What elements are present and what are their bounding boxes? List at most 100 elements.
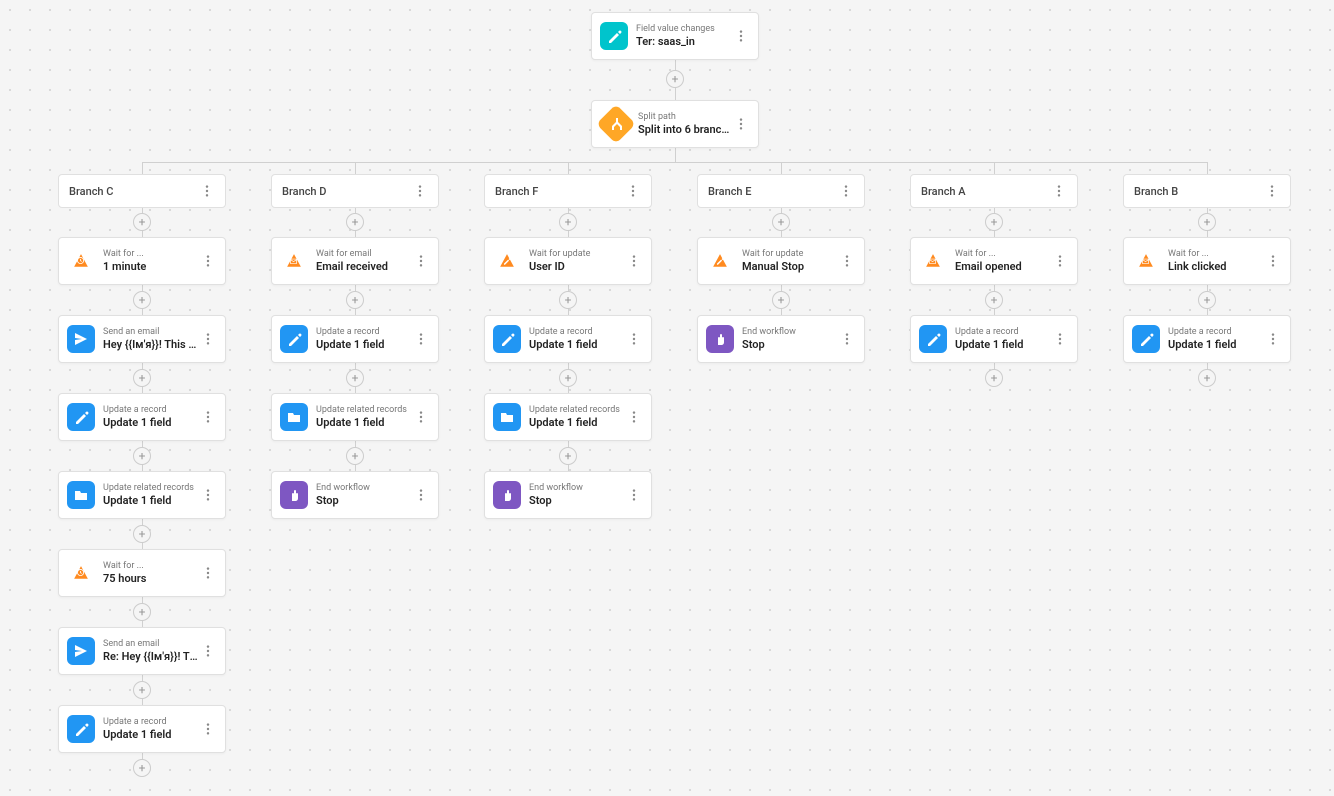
node-menu-button[interactable] bbox=[1051, 252, 1069, 270]
branch-header-c[interactable]: Branch C bbox=[58, 174, 226, 208]
add-step-button[interactable] bbox=[133, 369, 151, 387]
update-record-node[interactable]: Update a record Update 1 field bbox=[484, 315, 652, 363]
clock-triangle-icon bbox=[67, 247, 95, 275]
add-step-button[interactable] bbox=[133, 603, 151, 621]
add-step-button[interactable] bbox=[559, 369, 577, 387]
node-menu-button[interactable] bbox=[199, 252, 217, 270]
node-menu-button[interactable] bbox=[199, 408, 217, 426]
node-menu-button[interactable] bbox=[625, 408, 643, 426]
end-workflow-node[interactable]: End workflow Stop bbox=[484, 471, 652, 519]
add-step-button[interactable] bbox=[772, 213, 790, 231]
wait-node[interactable]: Wait for update User ID bbox=[484, 237, 652, 285]
add-step-button[interactable] bbox=[346, 291, 364, 309]
split-node[interactable]: Split path Split into 6 branches bbox=[591, 100, 759, 148]
node-subtitle: Update related records bbox=[529, 404, 625, 416]
update-record-node[interactable]: Update a record Update 1 field bbox=[271, 315, 439, 363]
add-step-button[interactable] bbox=[133, 759, 151, 777]
node-menu-button[interactable] bbox=[412, 252, 430, 270]
add-step-button[interactable] bbox=[1198, 291, 1216, 309]
node-menu-button[interactable] bbox=[732, 27, 750, 45]
update-record-node[interactable]: Update a record Update 1 field bbox=[1123, 315, 1291, 363]
update-related-node[interactable]: Update related records Update 1 field bbox=[271, 393, 439, 441]
node-menu-button[interactable] bbox=[625, 330, 643, 348]
node-subtitle: Update a record bbox=[103, 716, 199, 728]
add-step-button[interactable] bbox=[985, 291, 1003, 309]
add-step-button[interactable] bbox=[559, 291, 577, 309]
node-menu-button[interactable] bbox=[199, 486, 217, 504]
wait-node[interactable]: Wait for ... 75 hours bbox=[58, 549, 226, 597]
update-related-node[interactable]: Update related records Update 1 field bbox=[58, 471, 226, 519]
add-step-button[interactable] bbox=[346, 369, 364, 387]
node-menu-button[interactable] bbox=[1264, 330, 1282, 348]
branch-menu-button[interactable] bbox=[199, 183, 215, 199]
node-title: Hey {{Ім'я}}! This is t... bbox=[103, 338, 199, 352]
stop-icon bbox=[706, 325, 734, 353]
node-title: Stop bbox=[316, 494, 412, 508]
branch-header-f[interactable]: Branch F bbox=[484, 174, 652, 208]
node-menu-button[interactable] bbox=[625, 252, 643, 270]
node-menu-button[interactable] bbox=[199, 720, 217, 738]
add-step-button[interactable] bbox=[1198, 213, 1216, 231]
wait-node[interactable]: Wait for ... Email opened bbox=[910, 237, 1078, 285]
node-menu-button[interactable] bbox=[199, 330, 217, 348]
branch-header-a[interactable]: Branch A bbox=[910, 174, 1078, 208]
add-step-button[interactable] bbox=[985, 369, 1003, 387]
add-step-button[interactable] bbox=[346, 447, 364, 465]
node-menu-button[interactable] bbox=[199, 642, 217, 660]
add-step-button[interactable] bbox=[1198, 369, 1216, 387]
node-title: Update 1 field bbox=[529, 416, 625, 430]
envelope-triangle-icon bbox=[919, 247, 947, 275]
add-step-button[interactable] bbox=[133, 291, 151, 309]
node-subtitle: Update related records bbox=[316, 404, 412, 416]
branch-header-d[interactable]: Branch D bbox=[271, 174, 439, 208]
node-menu-button[interactable] bbox=[838, 252, 856, 270]
send-icon bbox=[67, 325, 95, 353]
branch-menu-button[interactable] bbox=[412, 183, 428, 199]
branch-menu-button[interactable] bbox=[1051, 183, 1067, 199]
wait-node[interactable]: Wait for ... Link clicked bbox=[1123, 237, 1291, 285]
node-menu-button[interactable] bbox=[732, 115, 750, 133]
end-workflow-node[interactable]: End workflow Stop bbox=[697, 315, 865, 363]
node-menu-button[interactable] bbox=[412, 330, 430, 348]
node-title: Stop bbox=[529, 494, 625, 508]
node-subtitle: Send an email bbox=[103, 326, 199, 338]
add-step-button[interactable] bbox=[666, 70, 684, 88]
folder-icon bbox=[280, 403, 308, 431]
wait-node[interactable]: Wait for email Email received bbox=[271, 237, 439, 285]
node-subtitle: Wait for email bbox=[316, 248, 412, 260]
end-workflow-node[interactable]: End workflow Stop bbox=[271, 471, 439, 519]
send-email-node[interactable]: Send an email Hey {{Ім'я}}! This is t... bbox=[58, 315, 226, 363]
update-related-node[interactable]: Update related records Update 1 field bbox=[484, 393, 652, 441]
branch-menu-button[interactable] bbox=[1264, 183, 1280, 199]
add-step-button[interactable] bbox=[133, 681, 151, 699]
node-subtitle: Wait for ... bbox=[1168, 248, 1264, 260]
node-subtitle: Split path bbox=[638, 111, 732, 123]
wait-node[interactable]: Wait for ... 1 minute bbox=[58, 237, 226, 285]
branch-header-b[interactable]: Branch B bbox=[1123, 174, 1291, 208]
add-step-button[interactable] bbox=[985, 213, 1003, 231]
node-title: Update 1 field bbox=[103, 728, 199, 742]
update-record-node[interactable]: Update a record Update 1 field bbox=[58, 393, 226, 441]
add-step-button[interactable] bbox=[772, 291, 790, 309]
node-menu-button[interactable] bbox=[199, 564, 217, 582]
node-menu-button[interactable] bbox=[1264, 252, 1282, 270]
node-menu-button[interactable] bbox=[1051, 330, 1069, 348]
add-step-button[interactable] bbox=[133, 213, 151, 231]
add-step-button[interactable] bbox=[133, 447, 151, 465]
update-record-node[interactable]: Update a record Update 1 field bbox=[910, 315, 1078, 363]
node-menu-button[interactable] bbox=[838, 330, 856, 348]
node-menu-button[interactable] bbox=[625, 486, 643, 504]
node-menu-button[interactable] bbox=[412, 408, 430, 426]
send-email-node[interactable]: Send an email Re: Hey {{Ім'я}}! This ... bbox=[58, 627, 226, 675]
wait-node[interactable]: Wait for update Manual Stop bbox=[697, 237, 865, 285]
add-step-button[interactable] bbox=[559, 213, 577, 231]
add-step-button[interactable] bbox=[559, 447, 577, 465]
branch-menu-button[interactable] bbox=[838, 183, 854, 199]
add-step-button[interactable] bbox=[133, 525, 151, 543]
branch-header-e[interactable]: Branch E bbox=[697, 174, 865, 208]
branch-menu-button[interactable] bbox=[625, 183, 641, 199]
node-menu-button[interactable] bbox=[412, 486, 430, 504]
add-step-button[interactable] bbox=[346, 213, 364, 231]
update-record-node[interactable]: Update a record Update 1 field bbox=[58, 705, 226, 753]
trigger-node[interactable]: Field value changes Ter: saas_in bbox=[591, 12, 759, 60]
